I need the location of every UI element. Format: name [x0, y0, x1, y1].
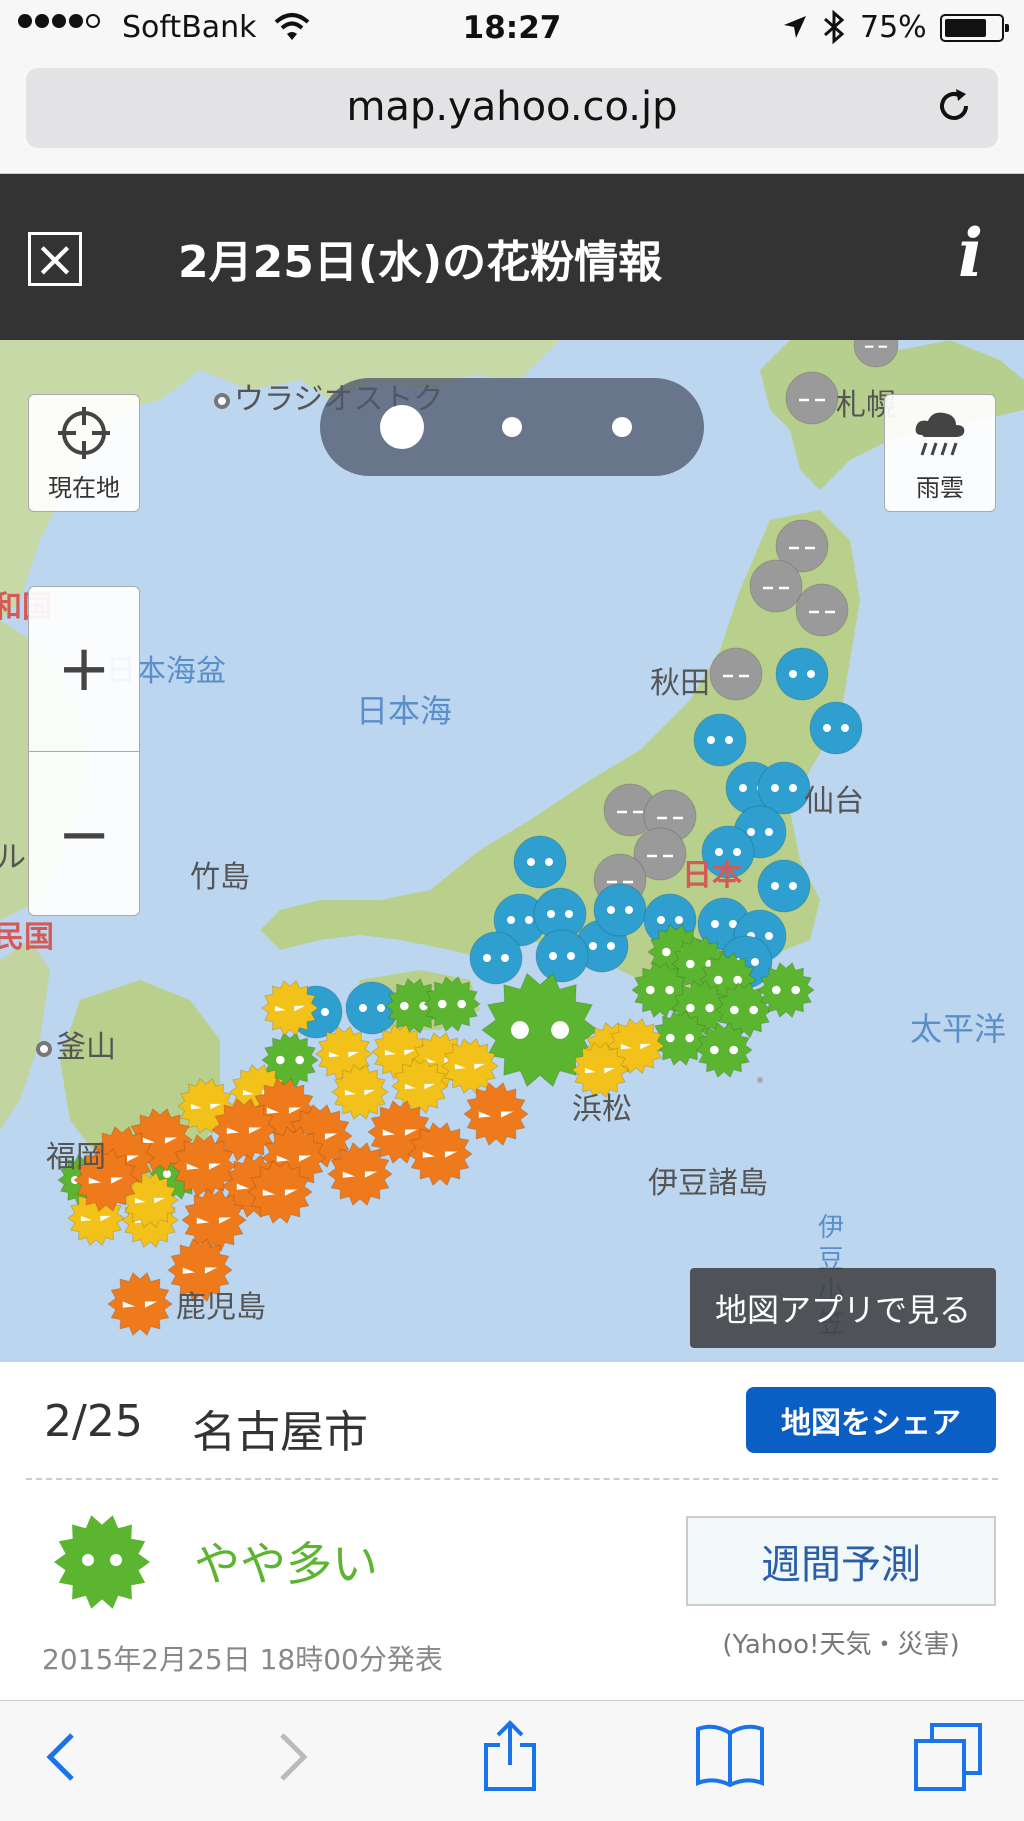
share-map-button[interactable]: 地図をシェア: [746, 1387, 996, 1453]
share-icon[interactable]: [482, 1719, 538, 1791]
url-text[interactable]: map.yahoo.co.jp: [0, 84, 1024, 130]
zoom-out-button[interactable]: −: [29, 752, 139, 917]
status-bar: SoftBank 18:27 75%: [0, 0, 1024, 56]
pollen-marker-gray[interactable]: [709, 647, 763, 701]
close-icon: ×: [34, 230, 76, 288]
pollen-marker-gray[interactable]: [785, 371, 839, 425]
pollen-marker-blue[interactable]: [593, 883, 647, 937]
location-arrow-icon: [784, 16, 806, 38]
bookmarks-icon[interactable]: [694, 1723, 766, 1787]
country-label-fragment: ル: [0, 840, 26, 875]
pollen-marker-blue[interactable]: [469, 931, 523, 985]
city-label-kagoshima: 鹿児島: [176, 1290, 266, 1325]
pollen-level: やや多い: [194, 1537, 378, 1591]
page-dot-1[interactable]: [380, 405, 424, 449]
pollen-marker-blue[interactable]: [513, 835, 567, 889]
zoom-in-button[interactable]: +: [29, 587, 139, 752]
forecast-date: 2/25: [44, 1396, 143, 1447]
open-in-map-app-button[interactable]: 地図アプリで見る: [690, 1268, 996, 1348]
city-label-akita: 秋田: [650, 666, 710, 701]
label-pacific-ocean: 太平洋: [910, 1010, 1007, 1048]
current-location-button[interactable]: 現在地: [28, 394, 140, 512]
pollen-marker-gray[interactable]: [795, 583, 849, 637]
pollen-marker-blue[interactable]: [809, 701, 863, 755]
label-izu-islands: 伊豆諸島: [648, 1166, 768, 1201]
pollen-marker-gray[interactable]: [749, 559, 803, 613]
weekly-forecast-button[interactable]: 週間予測: [686, 1516, 996, 1606]
island: [757, 1077, 763, 1083]
tabs-icon[interactable]: [912, 1721, 984, 1793]
rain-cloud-icon: [915, 412, 965, 456]
pollen-green-icon: [54, 1515, 150, 1609]
divider: [26, 1478, 998, 1480]
island-label-takeshima: 竹島: [190, 860, 250, 895]
info-icon[interactable]: i: [958, 214, 983, 292]
close-button[interactable]: ×: [28, 232, 82, 286]
page-indicator[interactable]: [320, 378, 704, 476]
reload-icon[interactable]: [934, 86, 974, 126]
forward-icon[interactable]: [272, 1729, 312, 1785]
page-dot-3[interactable]: [612, 417, 632, 437]
back-icon[interactable]: [42, 1729, 82, 1785]
rain-cloud-button[interactable]: 雨雲: [884, 394, 996, 512]
city-label-busan: 釜山: [36, 1022, 116, 1066]
bluetooth-icon: [824, 10, 845, 44]
country-label-japan: 日本: [682, 858, 742, 893]
zoom-control: + −: [28, 586, 140, 916]
city-label-hamamatsu: 浜松: [572, 1092, 632, 1127]
browser-toolbar: [0, 1700, 1024, 1821]
pollen-info-panel: 2/25 名古屋市 地図をシェア やや多い 週間予測 (Yahoo!天気・災害)…: [0, 1362, 1024, 1700]
crosshair-icon: [58, 407, 110, 459]
country-label-korea: 民国: [0, 920, 54, 955]
page-title: 2月25日(水)の花粉情報: [178, 237, 663, 288]
pollen-map[interactable]: ウラジオストク 札幌 秋田 仙台 日本 竹島 釜山 福岡 浜松 伊豆諸島 鹿児島…: [0, 340, 1024, 1362]
city-name: 名古屋市: [192, 1407, 368, 1458]
label-sea-of-japan: 日本海: [356, 692, 453, 730]
data-source: (Yahoo!天気・災害): [722, 1630, 960, 1660]
current-location-label: 現在地: [48, 474, 120, 502]
page-dot-2[interactable]: [502, 417, 522, 437]
rain-cloud-label: 雨雲: [916, 474, 964, 502]
pollen-marker-blue[interactable]: [775, 647, 829, 701]
map-canvas[interactable]: [0, 340, 1024, 1362]
city-label-fukuoka: 福岡: [46, 1140, 106, 1175]
battery-icon: [940, 14, 1009, 42]
pollen-marker-blue[interactable]: [535, 929, 589, 983]
pollen-markers[interactable]: [57, 340, 899, 1337]
pollen-marker-orange[interactable]: [463, 1081, 529, 1147]
pollen-marker-blue[interactable]: [693, 713, 747, 767]
battery-percentage: 75%: [860, 10, 927, 45]
announcement-time: 2015年2月25日 18時00分発表: [42, 1643, 443, 1676]
page-header: × 2月25日(水)の花粉情報 i: [0, 174, 1024, 340]
browser-address-area: map.yahoo.co.jp: [0, 56, 1024, 174]
pollen-marker-orange[interactable]: [107, 1271, 173, 1337]
pollen-marker-blue[interactable]: [757, 859, 811, 913]
city-label-sendai: 仙台: [804, 784, 864, 819]
